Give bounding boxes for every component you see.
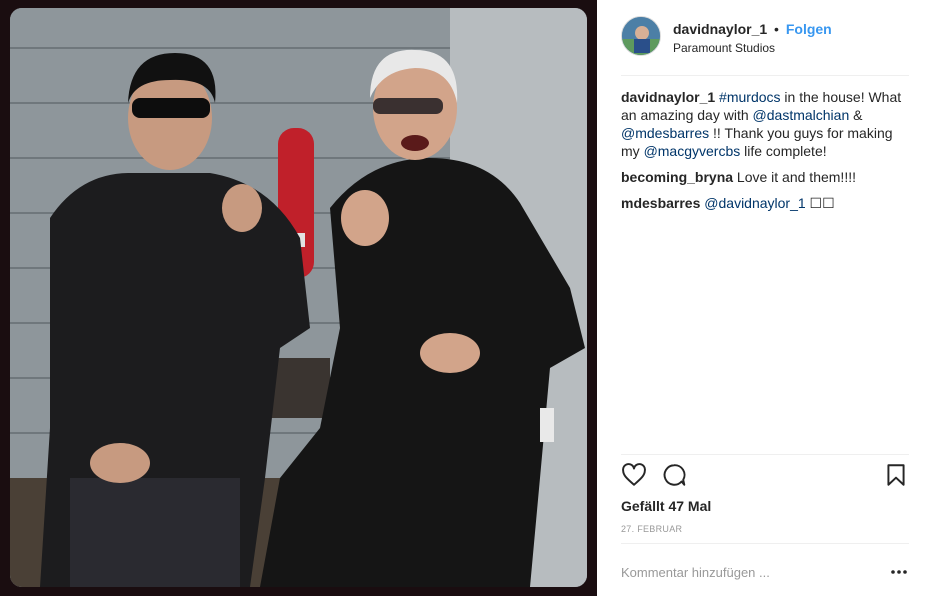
avatar-image <box>622 17 660 55</box>
post-date[interactable]: 27. FEBRUAR <box>621 524 682 534</box>
post-header: davidnaylor_1 • Folgen Paramount Studios <box>621 16 909 60</box>
comment-form <box>621 560 909 584</box>
comment-button[interactable] <box>661 462 689 490</box>
save-button[interactable] <box>883 462 911 490</box>
location-link[interactable]: Paramount Studios <box>673 40 913 56</box>
comment-input[interactable] <box>621 560 871 584</box>
comment-item: mdesbarres @davidnaylor_1 ☐☐ <box>621 194 911 212</box>
hashtag-link[interactable]: #murdocs <box>719 89 780 105</box>
comment-username[interactable]: davidnaylor_1 <box>621 89 715 105</box>
avatar[interactable] <box>621 16 661 56</box>
comment-divider <box>621 543 909 544</box>
more-options-button[interactable] <box>889 564 909 580</box>
comment-icon <box>663 464 686 486</box>
comment-text: ☐☐ <box>805 195 835 211</box>
mention-link[interactable]: @mdesbarres <box>621 125 709 141</box>
comment-item: davidnaylor_1 #murdocs in the house! Wha… <box>621 88 911 160</box>
bookmark-icon <box>887 464 905 486</box>
heart-icon <box>622 463 646 486</box>
more-icon <box>891 570 907 574</box>
photo-image <box>10 8 587 587</box>
post-photo[interactable] <box>10 8 587 587</box>
mention-link[interactable]: @davidnaylor_1 <box>704 195 805 211</box>
photo-panel <box>0 0 597 596</box>
comment-username[interactable]: becoming_bryna <box>621 169 733 185</box>
post-sidebar: davidnaylor_1 • Folgen Paramount Studios… <box>597 0 930 596</box>
comment-username[interactable]: mdesbarres <box>621 195 700 211</box>
action-bar <box>621 462 909 492</box>
mention-link[interactable]: @dastmalchian <box>753 107 850 123</box>
comments-list: davidnaylor_1 #murdocs in the house! Wha… <box>621 88 911 220</box>
mention-link[interactable]: @macgyvercbs <box>644 143 741 159</box>
likes-count[interactable]: Gefällt 47 Mal <box>621 498 711 514</box>
comment-text: life complete! <box>740 143 827 159</box>
comment-text: & <box>849 107 863 123</box>
comment-item: becoming_bryna Love it and them!!!! <box>621 168 911 186</box>
header-username[interactable]: davidnaylor_1 <box>673 21 767 37</box>
header-divider <box>621 75 909 76</box>
header-text: davidnaylor_1 • Folgen Paramount Studios <box>673 20 913 56</box>
header-user-line: davidnaylor_1 • Folgen <box>673 20 913 38</box>
separator-dot: • <box>774 21 779 37</box>
like-button[interactable] <box>621 462 649 490</box>
comment-text: Love it and them!!!! <box>736 169 856 185</box>
follow-button[interactable]: Folgen <box>786 21 832 37</box>
actions-divider <box>621 454 909 455</box>
